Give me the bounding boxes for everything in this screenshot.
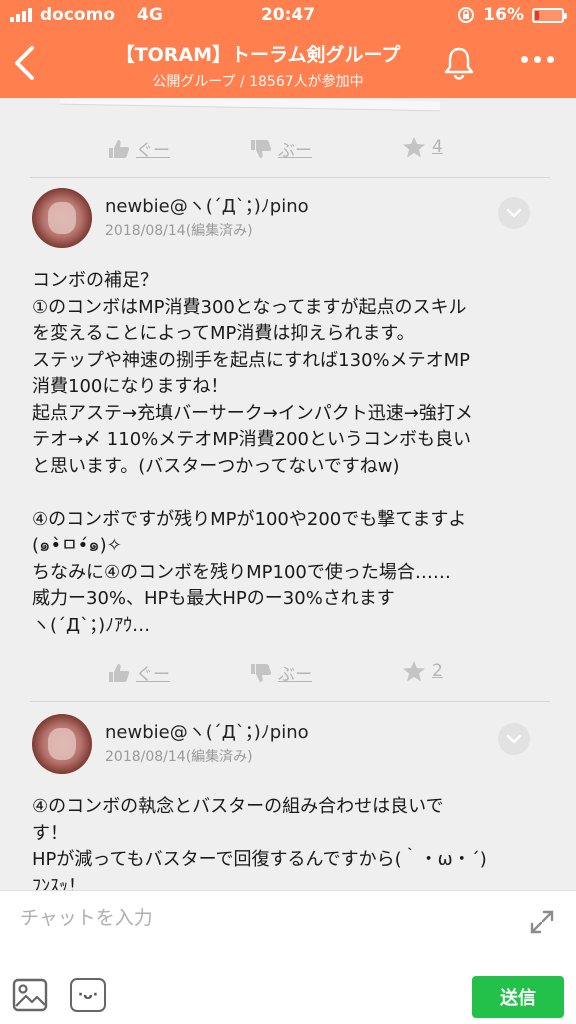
post-menu-button[interactable] (498, 723, 530, 755)
post-line: 消費100になりますね！ (32, 376, 229, 397)
post-line: を変えることによってMP消費は抑えられます。 (32, 323, 415, 344)
star-icon (403, 137, 425, 158)
post-line: す！ (32, 822, 68, 844)
post-line (32, 480, 542, 507)
post-line: ヽ(´Д`；)ﾉｱｳ… (32, 614, 151, 636)
star-button[interactable]: 2 (402, 660, 443, 682)
divider (30, 701, 550, 702)
bell-icon[interactable] (442, 44, 476, 80)
post-line: ①のコンボはMP消費300となってますが起点のスキル (32, 296, 467, 318)
reaction-row: ぐー ぶー 2 (0, 650, 576, 694)
battery-icon (532, 7, 567, 23)
app-header: docomo 4G 20:47 16% 【TORAM】トーラム剣グループ 公開グ… (0, 0, 576, 98)
post-line: ちなみに④のコンボを残りMP100で使った場合…… (32, 561, 451, 583)
thumbs-down-icon (251, 663, 272, 682)
send-button[interactable]: 送信 (472, 976, 564, 1018)
rotation-lock-icon (458, 7, 475, 23)
thumbs-down-icon (251, 139, 272, 158)
post-date: 2018/08/14(編集済み) (105, 223, 253, 239)
expand-icon[interactable] (528, 908, 556, 936)
more-icon[interactable] (521, 56, 554, 63)
good-label: ぐー (136, 141, 170, 161)
sticker-icon[interactable]: ·ᴗ· (70, 978, 106, 1012)
post-menu-button[interactable] (498, 197, 530, 229)
thumbs-up-icon (109, 139, 130, 158)
boo-label: ぶー (278, 141, 312, 161)
boo-button[interactable]: ぶー (250, 136, 312, 161)
battery-level (535, 10, 539, 20)
back-button[interactable] (12, 44, 38, 82)
previous-post-edge (59, 98, 441, 112)
page-title: 【TORAM】トーラム剣グループ (115, 44, 401, 66)
image-icon[interactable] (12, 978, 48, 1012)
star-count: 4 (432, 137, 443, 157)
sticker-face: ·ᴗ· (77, 987, 99, 1003)
post-date: 2018/08/14(編集済み) (105, 749, 253, 765)
status-bar: docomo 4G 20:47 16% (0, 0, 576, 30)
post-line: (๑•̀ㅁ•́๑)✧ (32, 535, 122, 556)
chat-feed[interactable]: ぐー ぶー 4 newbie@ヽ(´Д`；)ﾉpino 2018/08/14(編… (0, 98, 576, 890)
divider (30, 177, 550, 178)
post-line: ④のコンボですが残りMPが100や200でも撃てますよ (32, 508, 467, 530)
post-line: 起点アステ→充填バーサーク→インパクト迅速→強打メ (32, 402, 473, 424)
battery-percent: 16% (483, 5, 524, 25)
post-line: ステップや神速の捌手を起点にすれば130%メテオMP (32, 349, 471, 371)
good-button[interactable]: ぐー (108, 660, 170, 685)
post-line: ④のコンボの執念とバスターの組み合わせは良いで (32, 796, 444, 817)
post-line: と思います。(バスターつかってないですねw) (32, 455, 400, 477)
post-author[interactable]: newbie@ヽ(´Д`；)ﾉpino (105, 718, 309, 744)
post-body: ④のコンボの執念とバスターの組み合わせは良いで す！ HPが減ってもバスターで回… (32, 794, 542, 890)
good-button[interactable]: ぐー (108, 136, 170, 161)
chevron-down-icon (506, 734, 522, 744)
post-line: コンボの補足？ (32, 270, 158, 291)
star-button[interactable]: 4 (402, 136, 443, 158)
boo-label: ぶー (278, 665, 312, 685)
page-subtitle: 公開グループ / 18567人が参加中 (152, 74, 364, 90)
reaction-row: ぐー ぶー 4 (0, 126, 576, 170)
star-count: 2 (432, 661, 443, 681)
good-label: ぐー (136, 665, 170, 685)
chevron-down-icon (506, 208, 522, 218)
thumbs-up-icon (109, 663, 130, 682)
boo-button[interactable]: ぶー (250, 660, 312, 685)
post-body: コンボの補足？ ①のコンボはMP消費300となってますが起点のスキル を変えるこ… (32, 268, 542, 639)
avatar[interactable] (32, 188, 92, 248)
star-icon (403, 661, 425, 682)
post-line: ﾌﾝｽｯ！ (32, 875, 86, 891)
avatar[interactable] (32, 714, 92, 774)
post-line: 威力ー30%、HPも最大HPのー30%されます (32, 588, 395, 609)
header-title-block: 【TORAM】トーラム剣グループ 公開グループ / 18567人が参加中 (70, 40, 446, 91)
chat-input[interactable] (20, 903, 500, 933)
post-author[interactable]: newbie@ヽ(´Д`；)ﾉpino (105, 192, 309, 218)
post-line: HPが減ってもバスターで回復するんですから(｀・ω・´) (32, 849, 487, 870)
post-line: テオ→〆 110%メテオMP消費200というコンボも良い (32, 429, 472, 450)
